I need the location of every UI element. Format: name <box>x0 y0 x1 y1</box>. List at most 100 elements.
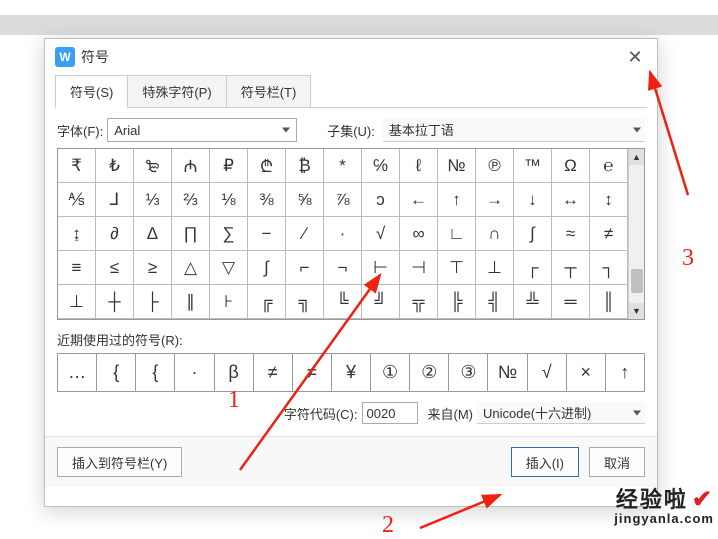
recent-symbol-cell[interactable]: ≠ <box>293 354 332 392</box>
symbol-cell[interactable]: Ω <box>552 149 590 183</box>
symbol-cell[interactable]: ╚ <box>324 285 362 319</box>
symbol-cell[interactable]: ⅝ <box>286 183 324 217</box>
close-button[interactable]: ✕ <box>613 39 657 75</box>
symbol-cell[interactable]: ∙ <box>324 217 362 251</box>
scroll-thumb[interactable] <box>631 269 643 293</box>
tab-symbols[interactable]: 符号(S) <box>55 75 128 108</box>
symbol-cell[interactable]: ≈ <box>552 217 590 251</box>
symbol-cell[interactable]: * <box>324 149 362 183</box>
symbol-cell[interactable]: ™ <box>514 149 552 183</box>
symbol-cell[interactable]: ⅞ <box>324 183 362 217</box>
symbol-cell[interactable]: ₺ <box>96 149 134 183</box>
symbol-cell[interactable]: ≡ <box>58 251 96 285</box>
symbol-cell[interactable]: ∂ <box>96 217 134 251</box>
symbol-cell[interactable]: ╠ <box>438 285 476 319</box>
symbol-cell[interactable]: ├ <box>134 285 172 319</box>
symbol-cell[interactable]: → <box>476 183 514 217</box>
symbol-cell[interactable]: ⊥ <box>58 285 96 319</box>
recent-symbol-cell[interactable]: ① <box>371 354 410 392</box>
symbol-cell[interactable]: ₽ <box>210 149 248 183</box>
symbol-cell[interactable]: ⊥ <box>476 251 514 285</box>
symbol-cell[interactable]: △ <box>172 251 210 285</box>
insert-button[interactable]: 插入(I) <box>511 447 579 477</box>
symbol-cell[interactable]: ≤ <box>96 251 134 285</box>
symbol-cell[interactable]: ∥ <box>172 285 210 319</box>
cancel-button[interactable]: 取消 <box>589 447 645 477</box>
tab-symbol-bar[interactable]: 符号栏(T) <box>226 75 312 107</box>
symbol-cell[interactable]: ₹ <box>58 149 96 183</box>
recent-symbol-cell[interactable]: ③ <box>449 354 488 392</box>
symbol-cell[interactable]: ⊤ <box>438 251 476 285</box>
symbol-cell[interactable]: ∟ <box>438 217 476 251</box>
symbol-cell[interactable]: ∫ <box>248 251 286 285</box>
symbol-cell[interactable]: ↨ <box>58 217 96 251</box>
subset-select[interactable]: 基本拉丁语 <box>383 118 645 142</box>
recent-symbol-cell[interactable]: √ <box>528 354 567 392</box>
symbol-cell[interactable]: ═ <box>552 285 590 319</box>
symbol-cell[interactable]: ⅃ <box>96 183 134 217</box>
symbol-cell[interactable]: ∆ <box>134 217 172 251</box>
recent-symbol-cell[interactable]: ≠ <box>254 354 293 392</box>
recent-symbol-cell[interactable]: № <box>488 354 527 392</box>
symbol-cell[interactable]: ↄ <box>362 183 400 217</box>
symbol-cell[interactable]: √ <box>362 217 400 251</box>
symbol-cell[interactable]: ⌐ <box>286 251 324 285</box>
symbol-cell[interactable]: ₻ <box>134 149 172 183</box>
symbol-cell[interactable]: ₼ <box>172 149 210 183</box>
encoding-select[interactable]: Unicode(十六进制) <box>477 402 645 424</box>
symbol-cell[interactable]: ╗ <box>286 285 324 319</box>
symbol-cell[interactable]: ┼ <box>96 285 134 319</box>
symbol-cell[interactable]: ₾ <box>248 149 286 183</box>
recent-symbol-cell[interactable]: ↑ <box>606 354 645 392</box>
symbol-cell[interactable]: ℗ <box>476 149 514 183</box>
symbol-cell[interactable]: ≠ <box>590 217 628 251</box>
symbol-cell[interactable]: ┌ <box>514 251 552 285</box>
insert-to-symbolbar-button[interactable]: 插入到符号栏(Y) <box>57 447 182 477</box>
symbol-cell[interactable]: ↑ <box>438 183 476 217</box>
symbol-cell[interactable]: ∞ <box>400 217 438 251</box>
symbol-cell[interactable]: ∕ <box>286 217 324 251</box>
scroll-down-button[interactable]: ▼ <box>629 303 644 319</box>
symbol-cell[interactable]: ∩ <box>476 217 514 251</box>
symbol-cell[interactable]: ⅓ <box>134 183 172 217</box>
symbol-cell[interactable]: ℮ <box>590 149 628 183</box>
symbol-cell[interactable]: ▽ <box>210 251 248 285</box>
symbol-cell[interactable]: ╣ <box>476 285 514 319</box>
symbol-cell[interactable]: ⅔ <box>172 183 210 217</box>
symbol-cell[interactable]: ┐ <box>590 251 628 285</box>
recent-symbol-cell[interactable]: × <box>567 354 606 392</box>
recent-symbol-cell[interactable]: { <box>136 354 175 392</box>
symbol-cell[interactable]: ┬ <box>552 251 590 285</box>
symbol-cell[interactable]: − <box>248 217 286 251</box>
symbol-cell[interactable]: ↕ <box>590 183 628 217</box>
symbol-grid-scrollbar[interactable]: ▲ ▼ <box>628 149 644 319</box>
symbol-cell[interactable]: ¬ <box>324 251 362 285</box>
symbol-cell[interactable]: ↓ <box>514 183 552 217</box>
symbol-cell[interactable]: ≥ <box>134 251 172 285</box>
symbol-cell[interactable]: ⊣ <box>400 251 438 285</box>
recent-symbol-cell[interactable]: ② <box>410 354 449 392</box>
symbol-cell[interactable]: ╝ <box>362 285 400 319</box>
scroll-up-button[interactable]: ▲ <box>629 149 644 165</box>
symbol-cell[interactable]: № <box>438 149 476 183</box>
symbol-cell[interactable]: ╦ <box>400 285 438 319</box>
symbol-cell[interactable]: ⅛ <box>210 183 248 217</box>
tab-special-characters[interactable]: 特殊字符(P) <box>127 75 226 107</box>
symbol-cell[interactable]: ∑ <box>210 217 248 251</box>
charcode-input[interactable]: 0020 <box>362 402 418 424</box>
recent-symbol-cell[interactable]: ¥ <box>332 354 371 392</box>
symbol-cell[interactable]: ⅍ <box>58 183 96 217</box>
recent-symbol-cell[interactable]: β <box>215 354 254 392</box>
font-select[interactable]: Arial <box>107 118 297 142</box>
symbol-cell[interactable]: ⊢ <box>362 251 400 285</box>
symbol-cell[interactable]: ∫ <box>514 217 552 251</box>
symbol-cell[interactable]: ₿ <box>286 149 324 183</box>
symbol-cell[interactable]: ║ <box>590 285 628 319</box>
symbol-cell[interactable]: ℅ <box>362 149 400 183</box>
symbol-cell[interactable]: ╩ <box>514 285 552 319</box>
symbol-cell[interactable]: ← <box>400 183 438 217</box>
symbol-cell[interactable]: ⊦ <box>210 285 248 319</box>
recent-symbol-cell[interactable]: · <box>175 354 214 392</box>
symbol-cell[interactable]: ℓ <box>400 149 438 183</box>
symbol-cell[interactable]: ╔ <box>248 285 286 319</box>
